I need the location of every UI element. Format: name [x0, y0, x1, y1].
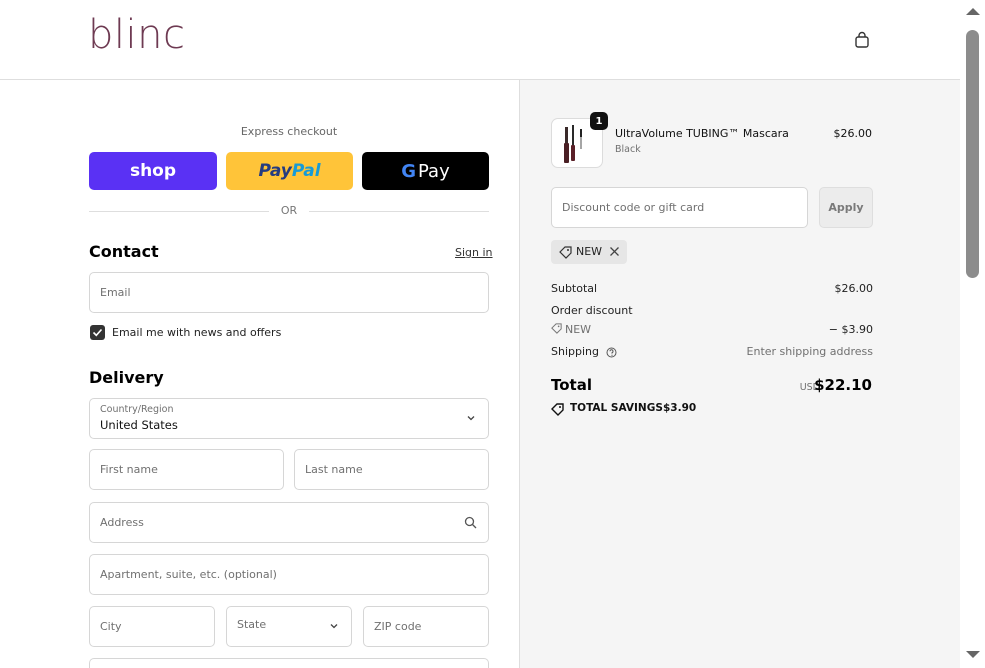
zip-placeholder: ZIP code [374, 620, 422, 633]
google-g-icon: G [401, 160, 417, 182]
state-select[interactable]: State [226, 606, 352, 647]
shipping-value: Enter shipping address [746, 345, 873, 358]
city-field[interactable]: City [89, 606, 215, 647]
chevron-down-icon [467, 416, 475, 421]
first-name-field[interactable]: First name [89, 449, 284, 490]
express-checkout-label: Express checkout [240, 125, 338, 138]
search-icon [464, 516, 477, 529]
sign-in-link[interactable]: Sign in [455, 246, 493, 259]
email-field[interactable]: Email [89, 272, 489, 313]
product-name: UltraVolume TUBING™ Mascara [615, 127, 789, 140]
google-pay-button[interactable]: G Pay [362, 152, 489, 190]
checkout-form: Express checkout shop Pay Pal G Pay OR Co… [0, 80, 519, 668]
header: blinc [0, 0, 960, 80]
zip-field[interactable]: ZIP code [363, 606, 489, 647]
scrollbar[interactable] [960, 0, 985, 668]
or-divider: OR [89, 204, 489, 218]
order-discount-label: Order discount [551, 304, 633, 317]
help-icon[interactable] [606, 347, 617, 358]
google-pay-label: Pay [418, 160, 450, 182]
email-placeholder: Email [100, 286, 131, 299]
state-label: State [237, 618, 267, 631]
shop-pay-label: shop [129, 161, 177, 181]
scroll-up-arrow-icon[interactable] [966, 8, 980, 15]
scroll-down-arrow-icon[interactable] [966, 651, 980, 658]
store-logo[interactable]: blinc [88, 12, 185, 58]
discount-value: − $3.90 [828, 323, 873, 336]
country-value: United States [100, 418, 178, 432]
paypal-button[interactable]: Pay Pal [226, 152, 353, 190]
quantity-badge: 1 [590, 112, 608, 130]
delivery-heading: Delivery [89, 368, 164, 387]
country-label: Country/Region [100, 404, 174, 415]
address-placeholder: Address [100, 516, 144, 529]
tag-icon [551, 403, 564, 416]
apartment-placeholder: Apartment, suite, etc. (optional) [100, 568, 277, 581]
remove-discount-icon[interactable] [609, 246, 620, 257]
scrollbar-thumb[interactable] [966, 30, 979, 278]
subtotal-value: $26.00 [834, 282, 874, 295]
discount-placeholder: Discount code or gift card [562, 201, 705, 214]
product-variant: Black [615, 144, 641, 155]
shop-pay-button[interactable]: shop [89, 152, 217, 190]
newsletter-label: Email me with news and offers [112, 326, 282, 339]
contact-heading: Contact [89, 242, 159, 261]
discount-code-input[interactable]: Discount code or gift card [551, 187, 808, 228]
checkmark-icon [92, 328, 103, 337]
apartment-field[interactable]: Apartment, suite, etc. (optional) [89, 554, 489, 595]
city-placeholder: City [100, 620, 122, 633]
discount-code-label: NEW [551, 323, 591, 336]
applied-discount-chip: NEW [551, 240, 627, 264]
product-price: $26.00 [833, 127, 873, 140]
or-label: OR [280, 204, 298, 217]
first-name-placeholder: First name [100, 463, 158, 476]
last-name-field[interactable]: Last name [294, 449, 489, 490]
paypal-label-part1: Pay [258, 161, 292, 181]
country-select[interactable]: Country/Region United States [89, 398, 489, 439]
savings-value: $3.90 [663, 402, 697, 414]
shopping-bag-icon[interactable] [853, 31, 871, 49]
subtotal-label: Subtotal [551, 282, 598, 295]
applied-code-label: NEW [576, 245, 603, 258]
tag-icon [551, 323, 562, 334]
last-name-placeholder: Last name [305, 463, 363, 476]
order-summary: 1 UltraVolume TUBING™ Mascara Black $26.… [519, 80, 960, 668]
chevron-down-icon [330, 624, 338, 629]
newsletter-checkbox[interactable] [90, 325, 105, 340]
shipping-label: Shipping [551, 345, 617, 358]
apply-button[interactable]: Apply [819, 187, 873, 228]
address-field[interactable]: Address [89, 502, 489, 543]
savings-label: TOTAL SAVINGS [570, 402, 663, 414]
tag-icon [559, 246, 572, 259]
total-label: Total [551, 376, 592, 394]
total-value: $22.10 [814, 376, 872, 394]
phone-field[interactable] [89, 658, 489, 668]
paypal-label-part2: Pal [291, 161, 321, 181]
